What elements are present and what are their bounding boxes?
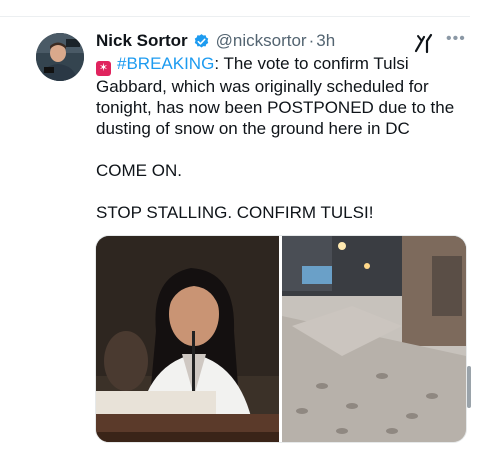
tweet-text: ✶ #BREAKING: The vote to confirm Tulsi Ga… <box>96 53 456 223</box>
tweet-paragraph-2: COME ON. <box>96 161 182 180</box>
scrollbar-thumb[interactable] <box>467 366 471 408</box>
more-options-icon[interactable]: ••• <box>446 30 466 48</box>
tweet-header: Nick Sortor @nicksortor · 3h <box>96 30 335 52</box>
avatar[interactable] <box>36 33 84 81</box>
tweet-time[interactable]: 3h <box>316 31 335 51</box>
verified-badge-icon <box>194 33 208 48</box>
top-divider <box>0 16 470 17</box>
hashtag-link[interactable]: #BREAKING <box>117 54 214 73</box>
author-name[interactable]: Nick Sortor <box>96 31 188 51</box>
grok-icon[interactable] <box>412 31 436 55</box>
photo-snowy-sidewalk[interactable] <box>282 236 466 442</box>
tweet-paragraph-1: ✶ #BREAKING: The vote to confirm Tulsi Ga… <box>96 53 456 139</box>
separator-dot: · <box>308 31 315 50</box>
author-handle[interactable]: @nicksortor <box>216 31 307 51</box>
avatar-image <box>36 33 84 81</box>
tweet-paragraph-3: STOP STALLING. CONFIRM TULSI! <box>96 203 374 222</box>
photo-tulsi-gabbard[interactable] <box>96 236 279 442</box>
media-grid <box>95 235 467 443</box>
siren-emoji-icon: ✶ <box>96 61 111 76</box>
